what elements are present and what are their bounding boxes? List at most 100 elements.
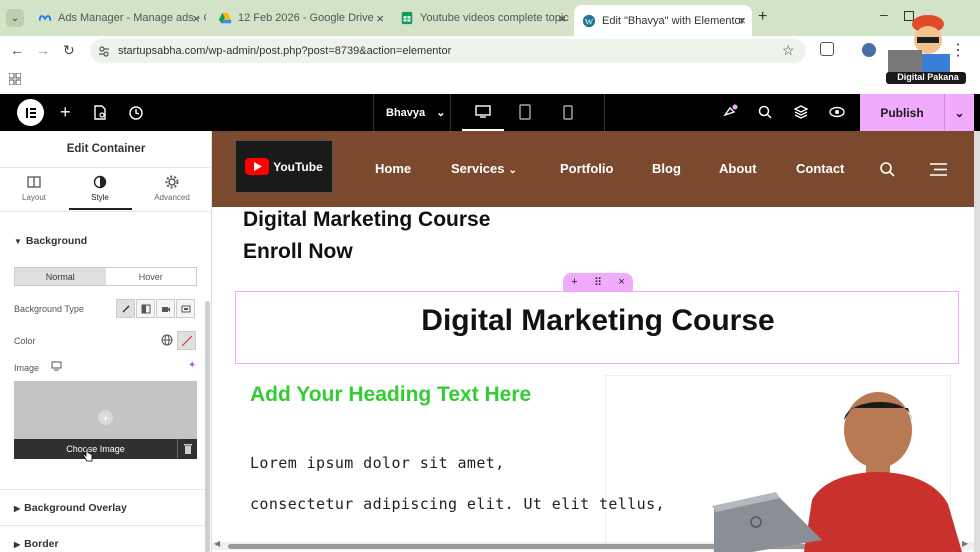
tab-title: Youtube videos complete topic	[420, 12, 569, 24]
color-swatch-button[interactable]	[177, 331, 196, 350]
tab-ads-manager[interactable]: Ads Manager - Manage ads - C ×	[30, 6, 206, 30]
tab-label: Layout	[21, 193, 47, 202]
section-label: Border	[24, 538, 59, 550]
site-info-icon[interactable]	[98, 45, 110, 57]
publish-button[interactable]: Publish ⌄	[860, 94, 974, 131]
section-background-overlay[interactable]: ▶ Background Overlay	[14, 502, 127, 514]
forward-icon[interactable]: →	[36, 42, 50, 58]
active-tab-indicator	[69, 208, 132, 210]
tab-title: 12 Feb 2026 - Google Drive	[238, 12, 374, 24]
svg-text:W: W	[585, 16, 594, 26]
bg-type-classic-button[interactable]	[116, 299, 135, 318]
brush-icon	[121, 304, 130, 313]
style-icon	[93, 175, 107, 189]
reload-icon[interactable]: ↻	[63, 42, 75, 59]
nav-home[interactable]: Home	[375, 161, 411, 176]
nav-contact[interactable]: Contact	[796, 161, 844, 176]
tab-google-drive[interactable]: 12 Feb 2026 - Google Drive ×	[210, 6, 390, 30]
presenter-image	[712, 392, 962, 552]
gradient-icon	[141, 304, 150, 313]
canvas-vertical-scrollbar[interactable]	[974, 131, 980, 552]
youtube-logo[interactable]: YouTube	[235, 140, 333, 193]
state-toggle: Normal Hover	[14, 267, 197, 286]
caret-down-icon: ▼	[14, 237, 22, 246]
bg-type-slideshow-button[interactable]	[176, 299, 195, 318]
preview-eye-icon[interactable]	[829, 106, 845, 118]
desktop-view-button[interactable]	[462, 94, 504, 131]
notifications-icon[interactable]	[722, 104, 738, 120]
search-icon[interactable]	[758, 105, 772, 119]
add-image-icon[interactable]: +	[98, 410, 113, 425]
add-icon[interactable]: +	[571, 276, 577, 288]
hover-tab[interactable]: Hover	[106, 268, 197, 285]
hamburger-menu-icon[interactable]	[930, 163, 947, 176]
choose-image-button[interactable]: Choose Image	[14, 439, 197, 459]
video-icon	[161, 306, 170, 312]
watermark-text: Digital Pakana	[897, 72, 959, 82]
chevron-down-icon: ⌄	[436, 107, 446, 119]
history-icon[interactable]	[128, 105, 143, 120]
close-icon[interactable]: ×	[376, 11, 384, 26]
tab-search-button[interactable]: ⌄	[6, 9, 24, 27]
normal-tab[interactable]: Normal	[15, 268, 106, 285]
browser-tab-bar: ⌄ Ads Manager - Manage ads - C × 12 Feb …	[0, 0, 980, 36]
panel-scrollbar[interactable]	[205, 301, 210, 552]
close-icon[interactable]: ×	[192, 11, 200, 26]
lorem-line1: Lorem ipsum dolor sit amet,	[250, 454, 505, 472]
tab-elementor-active[interactable]: W Edit "Bhavya" with Elementor ×	[574, 5, 752, 36]
nav-blog[interactable]: Blog	[652, 161, 681, 176]
bookmark-star-icon[interactable]: ☆	[782, 42, 795, 59]
close-icon[interactable]: ×	[738, 13, 746, 28]
section-border[interactable]: ▶ Border	[14, 538, 59, 550]
extensions-icon[interactable]	[820, 42, 834, 56]
add-element-icon[interactable]: +	[60, 102, 71, 123]
responsive-desktop-icon[interactable]	[51, 361, 62, 371]
section-background[interactable]: ▼ Background	[14, 235, 87, 247]
nav-portfolio[interactable]: Portfolio	[560, 161, 613, 176]
globe-icon[interactable]	[161, 334, 173, 346]
mobile-view-icon[interactable]	[563, 105, 573, 120]
selected-container[interactable]: Digital Marketing Course	[235, 291, 959, 364]
tab-youtube-sheet[interactable]: Youtube videos complete topic ×	[392, 6, 572, 30]
site-search-icon[interactable]	[880, 162, 895, 177]
nav-about[interactable]: About	[719, 161, 757, 176]
close-icon[interactable]: ×	[618, 276, 624, 288]
edit-container-panel: Edit Container Layout Style Advanced ▼ Ba…	[0, 131, 212, 552]
tab-layout[interactable]: Layout	[2, 175, 66, 202]
bookmarks-bar	[0, 66, 980, 94]
elementor-logo-icon[interactable]	[17, 99, 44, 126]
drag-handle-icon[interactable]: ⠿	[594, 276, 602, 289]
nav-services[interactable]: Services ⌄	[451, 161, 517, 176]
choose-image-label: Choose Image	[66, 444, 125, 454]
trash-icon[interactable]	[177, 439, 197, 459]
hand-cursor-icon	[82, 447, 93, 462]
tab-title: Ads Manager - Manage ads - C	[58, 12, 206, 24]
tab-style[interactable]: Style	[68, 175, 132, 202]
page-name-dropdown[interactable]: Bhavya ⌄	[386, 106, 445, 119]
page-settings-icon[interactable]	[93, 105, 107, 120]
google-drive-icon	[218, 12, 232, 24]
tab-advanced[interactable]: Advanced	[140, 175, 204, 202]
chevron-down-icon[interactable]: ⌄	[945, 106, 974, 120]
close-icon[interactable]: ×	[558, 11, 566, 26]
back-icon[interactable]: ←	[10, 42, 24, 58]
profile-avatar[interactable]	[862, 43, 876, 57]
browser-address-bar: ← → ↻ startupsabha.com/wp-admin/post.php…	[0, 36, 980, 66]
elementor-top-bar: + Bhavya ⌄ Publish ⌄	[0, 94, 980, 131]
structure-layers-icon[interactable]	[794, 105, 808, 119]
tablet-view-icon[interactable]	[519, 104, 531, 120]
new-tab-icon[interactable]: +	[758, 8, 767, 26]
heading-line1: Digital Marketing Course	[243, 208, 491, 231]
bg-type-gradient-button[interactable]	[136, 299, 155, 318]
url-input[interactable]: startupsabha.com/wp-admin/post.php?post=…	[90, 39, 806, 63]
image-label: Image	[14, 363, 40, 373]
apps-grid-icon[interactable]	[9, 73, 21, 85]
page-name-text: Bhavya	[386, 107, 426, 119]
ai-sparkle-icon[interactable]: ✦	[188, 360, 196, 371]
tab-title: Edit "Bhavya" with Elementor	[602, 14, 745, 27]
tab-label: Advanced	[154, 193, 190, 202]
container-handle[interactable]: + ⠿ ×	[563, 273, 633, 291]
section-label: Background	[25, 235, 88, 247]
scroll-left-icon[interactable]: ◀	[214, 539, 220, 548]
bg-type-video-button[interactable]	[156, 299, 175, 318]
